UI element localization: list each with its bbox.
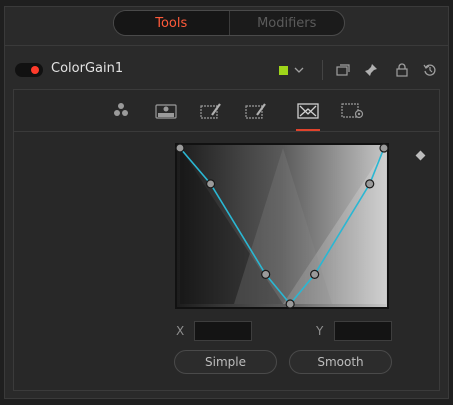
curve-handle[interactable] (310, 269, 320, 279)
curve-ranges-icon[interactable] (295, 100, 321, 122)
curve-handle[interactable] (285, 299, 295, 309)
gain-color-dots-icon[interactable] (108, 100, 134, 122)
curve-handle[interactable] (205, 179, 216, 189)
header-separator (322, 60, 323, 80)
pin-icon[interactable] (362, 60, 380, 80)
curve-handle[interactable] (379, 143, 389, 153)
y-field[interactable] (334, 321, 392, 341)
active-tab-indicator (296, 129, 320, 131)
saturation-icon[interactable] (153, 100, 179, 122)
chevron-down-icon[interactable] (292, 60, 306, 80)
color-swatch-icon[interactable] (277, 60, 289, 80)
curve-handle[interactable] (175, 143, 185, 153)
inspector-tab-row (14, 90, 439, 132)
tool-name: ColorGain1 (51, 61, 124, 76)
tool-enable-toggle[interactable] (15, 63, 43, 77)
curve-handle[interactable] (261, 269, 271, 279)
color-ranges-alt-icon[interactable] (243, 100, 269, 122)
lock-icon[interactable] (394, 60, 410, 80)
tab-tools[interactable]: Tools (114, 11, 229, 35)
x-field[interactable] (194, 321, 252, 341)
tab-modifiers[interactable]: Modifiers (230, 11, 345, 35)
header-tab-bar: Tools Modifiers (113, 10, 345, 36)
divider (4, 45, 449, 46)
curve-editor[interactable] (174, 142, 390, 310)
window-icon[interactable] (334, 60, 352, 80)
toggle-dot (31, 66, 39, 74)
smooth-button[interactable]: Smooth (289, 350, 392, 374)
simple-button[interactable]: Simple (174, 350, 277, 374)
reset-icon[interactable] (421, 60, 439, 80)
x-label: X (176, 324, 185, 338)
color-swatch (278, 65, 288, 75)
settings-icon[interactable] (340, 100, 366, 122)
curve-handle[interactable] (365, 179, 375, 189)
color-ranges-icon[interactable] (198, 100, 224, 122)
y-label: Y (316, 324, 324, 338)
